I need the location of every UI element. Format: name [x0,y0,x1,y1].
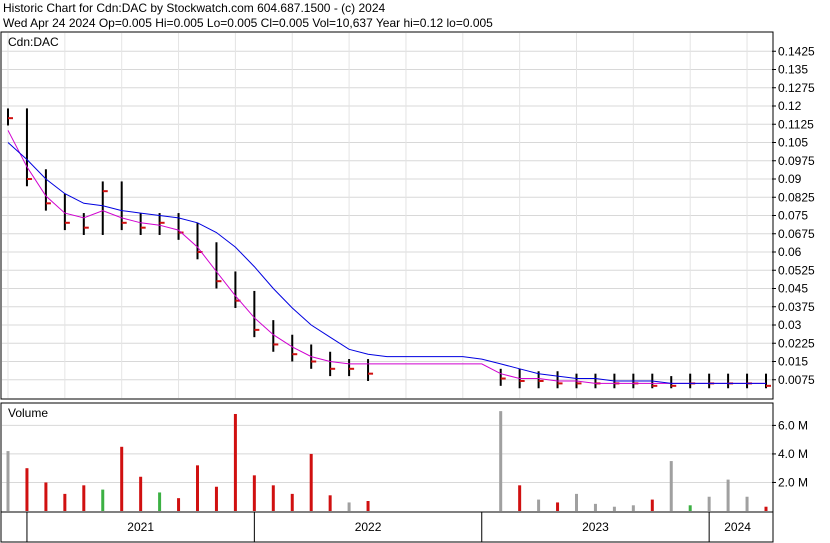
volume-bar [158,492,162,511]
price-tick-label: 0.1425 [778,44,815,58]
volume-bar [537,499,541,511]
volume-bar [764,506,768,511]
stock-chart: Historic Chart for Cdn:DAC by Stockwatch… [0,0,830,543]
price-tick-label: 0.075 [778,209,808,223]
volume-bar [44,482,48,511]
chart-header-line2: Wed Apr 24 2024 Op=0.005 Hi=0.005 Lo=0.0… [3,16,493,30]
volume-bar [593,503,597,511]
volume-bar [252,475,256,511]
volume-bar [328,495,332,511]
volume-bar [25,468,29,511]
volume-bar [575,493,578,511]
volume-bar [631,505,635,511]
price-tick-label: 0.0375 [778,300,815,314]
chart-header-line1: Historic Chart for Cdn:DAC by Stockwatch… [3,1,385,15]
price-tick-label: 0.045 [778,282,808,296]
volume-bar [233,413,237,511]
volume-bar [669,461,673,511]
volume-bar [707,496,711,511]
volume-bar [366,501,370,511]
volume-bar [196,465,199,511]
volume-tick-labels: 6.0 M 4.0 M 2.0 M [772,418,808,489]
price-tick-label: 0.0075 [778,373,815,387]
volume-bar [518,485,522,511]
volume-bar [499,411,503,511]
volume-bar [556,502,560,511]
price-tick-label: 0.0525 [778,263,815,277]
price-tick-label: 0.1275 [778,81,815,95]
price-tick-label: 0.1125 [778,117,814,131]
volume-bar [309,453,313,511]
year-label: 2023 [582,520,609,534]
volume-panel [0,402,774,513]
volume-bar [290,493,294,511]
volume-bar [271,485,275,511]
price-tick-label: 0.09 [778,172,802,186]
price-tick-label: 0.135 [778,63,808,77]
year-label: 2024 [724,520,751,534]
volume-panel-title: Volume [8,406,48,420]
volume-tick-label: 2.0 M [778,475,808,489]
price-panel-title: Cdn:DAC [8,35,59,49]
price-tick-label: 0.0825 [778,190,815,204]
price-tick-label: 0.0225 [778,336,815,350]
price-tick-label: 0.03 [778,318,802,332]
price-tick-label: 0.06 [778,245,802,259]
volume-bar [139,476,143,511]
volume-tick-label: 4.0 M [778,447,808,461]
volume-bar [6,451,10,511]
price-tick-label: 0.015 [778,355,808,369]
volume-bar [82,485,86,511]
volume-bar [612,506,616,511]
volume-bar [347,502,351,511]
x-axis-panel [0,511,774,543]
volume-bar [63,493,67,511]
price-tick-label: 0.0675 [778,227,815,241]
year-label: 2021 [127,520,154,534]
price-tick-label: 0.105 [778,136,808,150]
volume-tick-label: 6.0 M [778,418,808,432]
price-grid [2,33,772,398]
volume-bar [120,446,124,511]
volume-bar [726,479,730,511]
volume-bar [688,505,692,511]
volume-bar [101,489,105,511]
volume-bar [177,498,181,511]
year-label: 2022 [355,520,382,534]
volume-bar [214,486,218,511]
price-tick-label: 0.12 [778,99,802,113]
volume-bar [745,496,749,511]
price-tick-label: 0.0975 [778,154,815,168]
volume-bar [650,499,654,511]
